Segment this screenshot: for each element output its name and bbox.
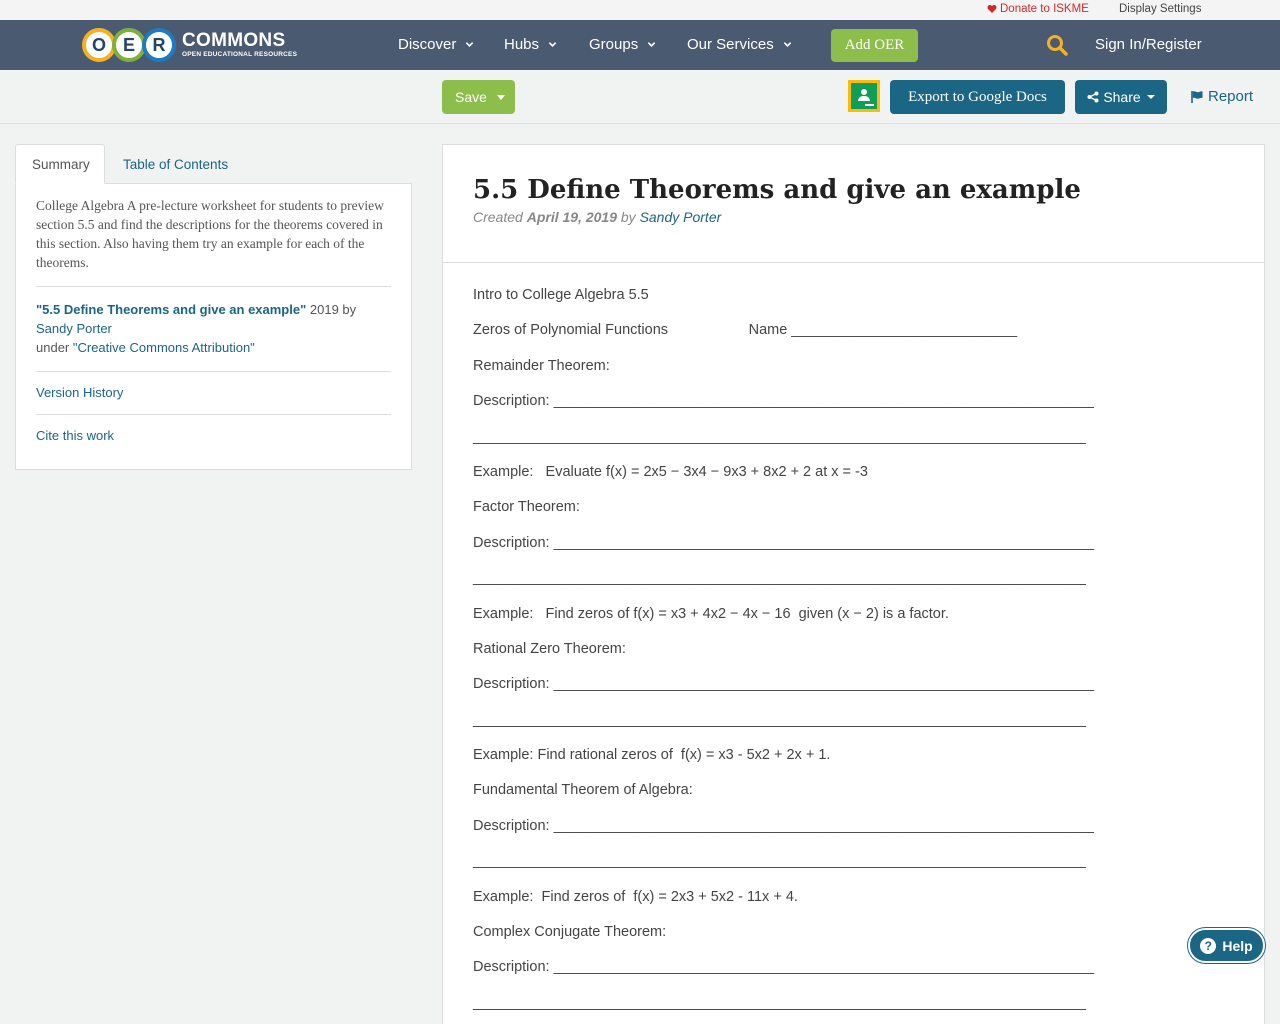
nav-hubs-label: Hubs [504, 36, 540, 53]
report-label: Report [1208, 88, 1254, 105]
version-history-link[interactable]: Version History [36, 372, 391, 415]
summary-panel: College Algebra A pre-lecture worksheet … [15, 183, 412, 470]
document-line: ________________________________________… [473, 994, 1086, 1011]
tab-table-of-contents[interactable]: Table of Contents [107, 144, 244, 184]
document-line: Example: Find zeros of f(x) = 2x3 + 5x2 … [473, 888, 798, 905]
document-line: Example: Find rational zeros of f(x) = x… [473, 747, 831, 764]
caret-down-icon [1146, 95, 1155, 99]
document-title: 5.5 Define Theorems and give an example [473, 175, 1081, 205]
share-label: Share [1103, 89, 1141, 105]
nav-our-services-label: Our Services [687, 36, 774, 53]
nav-groups[interactable]: Groups [589, 36, 656, 53]
export-to-google-docs-button[interactable]: Export to Google Docs [890, 80, 1065, 114]
nav-hubs[interactable]: Hubs [504, 36, 557, 53]
share-icon [1087, 91, 1099, 103]
document-line: Zeros of Polynomial Functions Name _____… [473, 322, 1018, 339]
created-date: April 19, 2019 [526, 209, 617, 225]
logo-letter-e: E [112, 28, 146, 62]
document-line: ________________________________________… [473, 570, 1086, 587]
document-header: 5.5 Define Theorems and give an example … [443, 145, 1264, 263]
document-body: Intro to College Algebra 5.5 Zeros of Po… [443, 263, 1264, 1024]
document-line: Rational Zero Theorem: [473, 640, 626, 657]
document-line: ________________________________________… [473, 711, 1086, 728]
save-button[interactable]: Save [442, 80, 515, 114]
sidebar-tabs: Summary Table of Contents [15, 144, 412, 184]
cite-this-work-link[interactable]: Cite this work [36, 415, 391, 457]
chevron-down-icon [783, 42, 791, 47]
save-label: Save [455, 89, 487, 105]
document-line: Description: ___________________________… [473, 393, 1094, 410]
resource-action-bar: Save Export to Google Docs Share Report [0, 70, 1280, 124]
created-label: Created [473, 209, 527, 225]
chevron-down-icon [647, 42, 656, 47]
help-button[interactable]: ? Help [1188, 928, 1265, 963]
document-line: Description: ___________________________… [473, 817, 1094, 834]
author-link[interactable]: Sandy Porter [36, 321, 112, 336]
navbar: O E R COMMONS OPEN EDUCATIONAL RESOURCES… [0, 20, 1280, 70]
display-settings-link[interactable]: Display Settings [1119, 3, 1201, 15]
document-line: Complex Conjugate Theorem: [473, 924, 667, 941]
chevron-down-icon [466, 42, 474, 47]
google-classroom-icon[interactable] [848, 80, 880, 112]
report-link[interactable]: Report [1190, 88, 1253, 105]
question-icon: ? [1200, 937, 1217, 954]
document-line: Description: ___________________________… [473, 676, 1094, 693]
logo-wordmark: COMMONS OPEN EDUCATIONAL RESOURCES [182, 29, 298, 59]
document-panel: 5.5 Define Theorems and give an example … [442, 144, 1265, 1024]
caret-down-icon [496, 94, 505, 100]
logo-wordmark-text: COMMONS [182, 29, 286, 51]
document-line: Remainder Theorem: [473, 357, 610, 374]
attribution-under: under [36, 340, 73, 355]
sign-in-register-link[interactable]: Sign In/Register [1095, 36, 1202, 53]
logo-letter-o: O [82, 28, 116, 62]
work-title-link[interactable]: "5.5 Define Theorems and give an example… [36, 302, 306, 317]
nav-discover-label: Discover [398, 36, 457, 53]
nav-our-services[interactable]: Our Services [687, 36, 792, 53]
document-line: ________________________________________… [473, 853, 1086, 870]
resource-summary: College Algebra A pre-lecture worksheet … [36, 196, 391, 287]
document-author-link[interactable]: Sandy Porter [640, 209, 722, 225]
attribution: "5.5 Define Theorems and give an example… [36, 287, 391, 372]
chevron-down-icon [548, 42, 557, 47]
heart-icon [987, 5, 997, 13]
oer-commons-logo[interactable]: O E R COMMONS OPEN EDUCATIONAL RESOURCES [82, 25, 297, 65]
document-line: Fundamental Theorem of Algebra: [473, 782, 693, 799]
document-line: Description: ___________________________… [473, 959, 1094, 976]
license-link[interactable]: "Creative Commons Attribution" [73, 340, 255, 355]
logo-letter-r: R [142, 28, 176, 62]
flag-icon [1191, 90, 1203, 103]
document-line: Intro to College Algebra 5.5 [473, 287, 649, 303]
attribution-year: 2019 by [306, 302, 357, 317]
share-button[interactable]: Share [1075, 80, 1167, 114]
nav-groups-label: Groups [589, 36, 639, 53]
tab-summary[interactable]: Summary [15, 144, 105, 184]
nav-discover[interactable]: Discover [398, 36, 474, 53]
donate-link[interactable]: Donate to ISKME [987, 3, 1089, 15]
document-meta: Created April 19, 2019 by Sandy Porter [473, 209, 1234, 225]
document-line: Factor Theorem: [473, 499, 580, 516]
add-oer-button[interactable]: Add OER [831, 29, 918, 62]
donate-label: Donate to ISKME [1000, 3, 1089, 15]
by-label: by [616, 209, 640, 225]
help-label: Help [1222, 937, 1253, 954]
document-line: Description: ___________________________… [473, 534, 1094, 551]
document-line: Example: Find zeros of f(x) = x3 + 4x2 −… [473, 605, 949, 622]
document-line: ________________________________________… [473, 428, 1086, 445]
logo-tagline: OPEN EDUCATIONAL RESOURCES [182, 50, 298, 58]
search-icon[interactable] [1046, 34, 1068, 56]
utility-bar: Donate to ISKME Display Settings [0, 0, 1280, 20]
document-line: Example: Evaluate f(x) = 2x5 − 3x4 − 9x3… [473, 463, 868, 480]
